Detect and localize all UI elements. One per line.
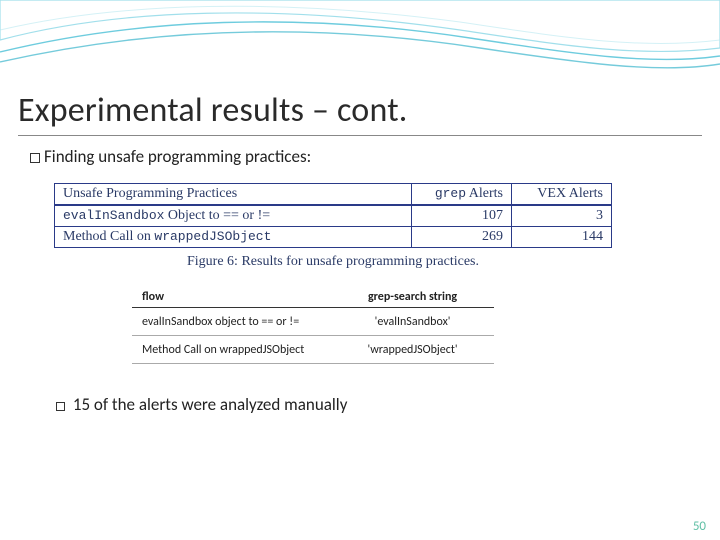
figure-6-caption: Figure 6: Results for unsafe programming…	[54, 254, 612, 270]
fig6-row2-c1: Method Call on wrappedJSObject	[55, 227, 412, 248]
fig6-row1-c2: 107	[412, 205, 512, 227]
fig6-row1-c1: evalInSandbox Object to == or !=	[55, 205, 412, 227]
bullet-main: Finding unsafe programming practices:	[0, 136, 720, 167]
slide-title: Experimental results – cont.	[0, 0, 720, 131]
sub-bullet-text: 15 of the alerts were analyzed manually	[73, 394, 348, 415]
grep-row1-c1: evalInSandbox object to == or !=	[132, 308, 331, 336]
fig6-hdr-practices: Unsafe Programming Practices	[55, 184, 412, 206]
bullet-box-icon	[56, 402, 65, 411]
grep-table: flow grep-search string evalInSandbox ob…	[132, 288, 494, 364]
figure-6: Unsafe Programming Practices grep Alerts…	[54, 183, 612, 270]
grep-row2-c1: Method Call on wrappedJSObject	[132, 336, 331, 364]
grep-hdr-flow: flow	[132, 288, 331, 308]
grep-row1-c2: 'evalInSandbox'	[331, 308, 494, 336]
fig6-row2-c3: 144	[512, 227, 612, 248]
fig6-row1-c3: 3	[512, 205, 612, 227]
grep-row2-c2: 'wrappedJSObject'	[331, 336, 494, 364]
sub-bullet: 15 of the alerts were analyzed manually	[0, 364, 720, 415]
page-number: 50	[693, 519, 706, 534]
fig6-row2-c2: 269	[412, 227, 512, 248]
grep-hdr-string: grep-search string	[331, 288, 494, 308]
bullet-box-icon	[30, 153, 40, 163]
fig6-hdr-vex: VEX Alerts	[512, 184, 612, 206]
bullet-main-text: Finding unsafe programming practices:	[44, 146, 311, 167]
fig6-hdr-grep: grep Alerts	[412, 184, 512, 206]
figure-6-table: Unsafe Programming Practices grep Alerts…	[54, 183, 612, 248]
